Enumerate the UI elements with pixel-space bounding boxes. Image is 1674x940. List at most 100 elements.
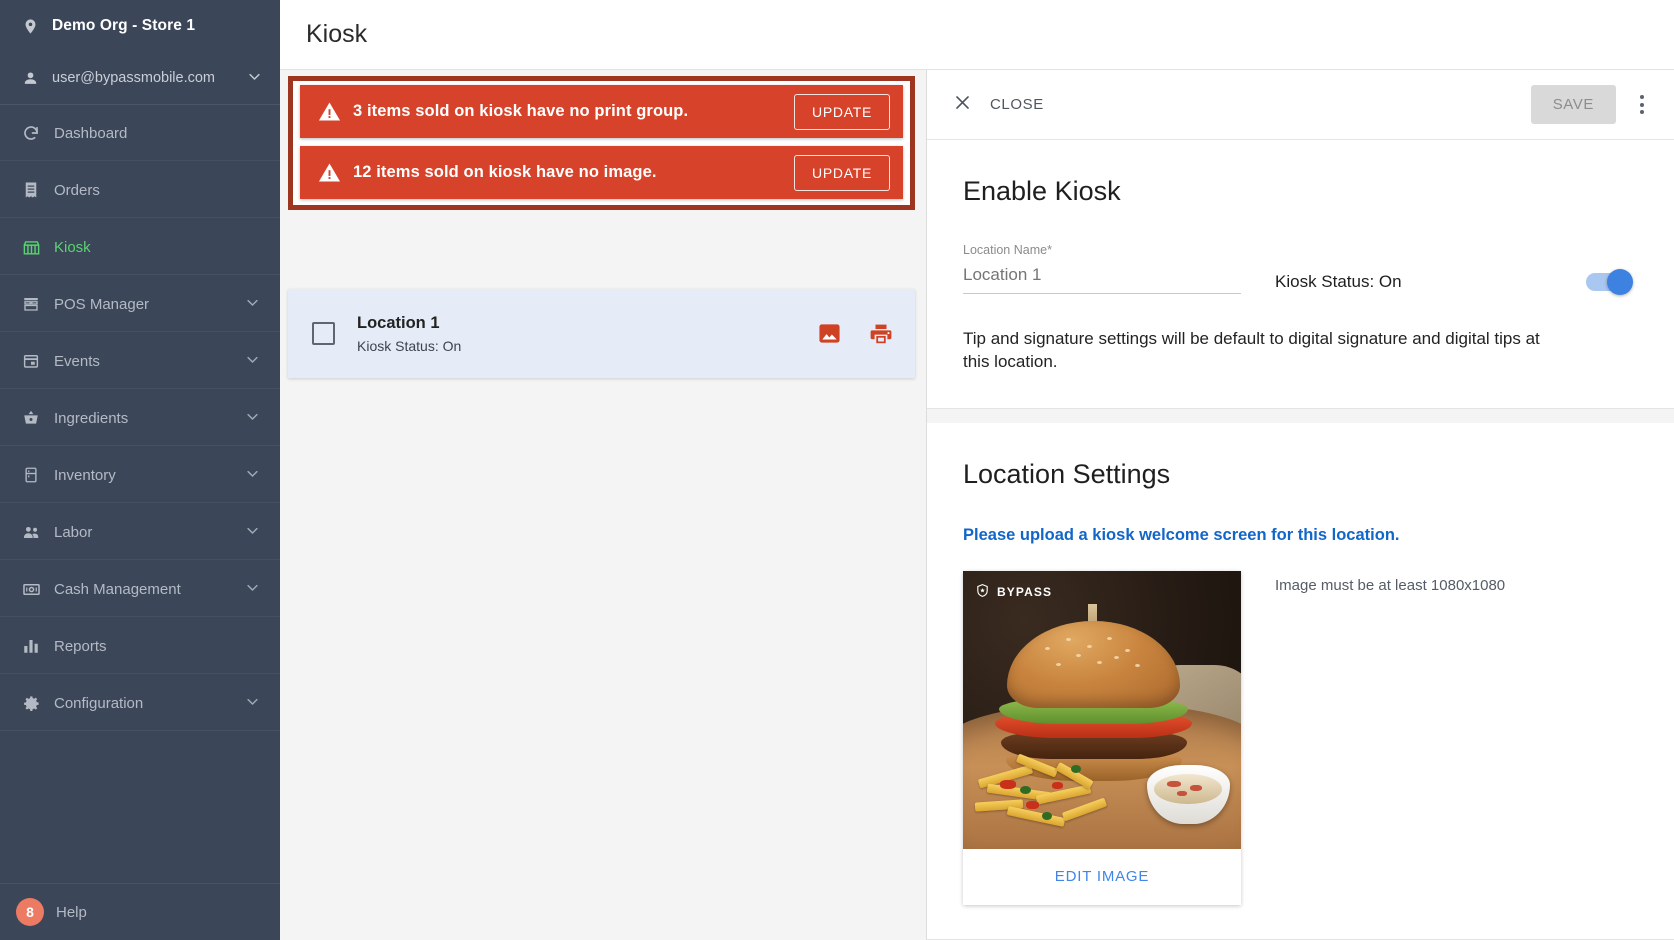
printer-icon[interactable]: [869, 322, 893, 346]
divider: [0, 730, 280, 731]
location-settings-panel: Location Settings Please upload a kiosk …: [927, 422, 1674, 940]
bypass-watermark: BYPASS: [975, 583, 1052, 601]
divider: [0, 274, 280, 275]
kiosk-list-column: 3 items sold on kiosk have no print grou…: [280, 70, 926, 940]
user-menu[interactable]: user@bypassmobile.com: [0, 52, 280, 105]
bun-top: [1007, 620, 1180, 709]
table-row[interactable]: Location 1 Kiosk Status: On: [288, 289, 915, 378]
chevron-down-icon: [245, 523, 260, 542]
sidebar-item-inventory[interactable]: Inventory: [0, 447, 280, 504]
chevron-down-icon: [245, 694, 260, 713]
gear-icon: [22, 694, 54, 713]
sidebar-item-label: Configuration: [54, 694, 144, 712]
app-root: Demo Org - Store 1 user@bypassmobile.com…: [0, 0, 1674, 940]
divider: [0, 616, 280, 617]
shield-star-icon: [975, 583, 990, 601]
divider: [0, 331, 280, 332]
sidebar-item-label: Reports: [54, 637, 107, 655]
chevron-down-icon: [245, 580, 260, 599]
chevron-down-icon: [245, 352, 260, 371]
close-button[interactable]: CLOSE: [953, 93, 1044, 117]
org-label: Demo Org - Store 1: [52, 17, 196, 34]
sidebar-item-help[interactable]: 8 Help: [0, 883, 280, 940]
user-email: user@bypassmobile.com: [52, 70, 216, 86]
chevron-down-icon: [245, 409, 260, 428]
divider: [0, 217, 280, 218]
kiosk-status-label: Kiosk Status: On: [1275, 272, 1402, 291]
sidebar-item-configuration[interactable]: Configuration: [0, 675, 280, 732]
sidebar-item-kiosk[interactable]: Kiosk: [0, 219, 280, 276]
alert-message: 3 items sold on kiosk have no print grou…: [353, 102, 689, 120]
enable-kiosk-fields: Location Name* Kiosk Status: On: [963, 243, 1638, 295]
orders-receipt-icon: [22, 181, 54, 199]
org-selector[interactable]: Demo Org - Store 1: [0, 0, 280, 52]
sidebar: Demo Org - Store 1 user@bypassmobile.com…: [0, 0, 280, 940]
tip-signature-note: Tip and signature settings will be defau…: [963, 329, 1540, 371]
close-x-icon: [953, 93, 972, 117]
row-checkbox[interactable]: [312, 322, 335, 345]
alert-banner-no-image: 12 items sold on kiosk have no image. UP…: [300, 146, 903, 199]
kebab-menu-icon[interactable]: [1634, 89, 1650, 120]
location-name-field: Location Name*: [963, 243, 1241, 294]
sidebar-item-label: Kiosk: [54, 238, 91, 256]
dashboard-icon: [22, 124, 54, 142]
image-icon[interactable]: [818, 322, 841, 345]
welcome-image-preview: BYPASS: [963, 570, 1241, 849]
alerts-highlight-region: 3 items sold on kiosk have no print grou…: [288, 76, 915, 210]
kiosk-status-toggle[interactable]: [1586, 269, 1633, 295]
sidebar-item-pos-manager[interactable]: POS Manager: [0, 276, 280, 333]
bar-chart-icon: [22, 637, 54, 655]
basket-icon: [22, 409, 54, 427]
sidebar-item-orders[interactable]: Orders: [0, 162, 280, 219]
drawer-header: CLOSE SAVE: [927, 70, 1674, 140]
kiosk-detail-drawer: CLOSE SAVE Enable Kiosk Location Name* L…: [926, 70, 1674, 940]
sidebar-item-label: Inventory: [54, 466, 116, 484]
sidebar-item-label: Orders: [54, 181, 100, 199]
enable-kiosk-panel: Enable Kiosk Location Name* Kiosk Status…: [927, 140, 1674, 409]
location-status: Kiosk Status: On: [357, 337, 462, 354]
sidebar-item-ingredients[interactable]: Ingredients: [0, 390, 280, 447]
sidebar-item-label: Ingredients: [54, 409, 129, 427]
alert-update-button[interactable]: UPDATE: [794, 93, 890, 130]
warning-triangle-icon: [318, 161, 341, 184]
cash-bill-icon: [22, 580, 54, 599]
welcome-image-card: BYPASS EDIT IMAGE: [963, 570, 1241, 905]
location-pin-icon: [22, 18, 52, 35]
alert-update-button[interactable]: UPDATE: [794, 154, 890, 191]
divider: [0, 559, 280, 560]
divider: [0, 502, 280, 503]
chevron-down-icon: [245, 466, 260, 485]
calendar-icon: [22, 352, 54, 370]
location-info: Location 1 Kiosk Status: On: [357, 314, 461, 354]
divider: [0, 445, 280, 446]
divider: [0, 160, 280, 161]
sidebar-item-cash-management[interactable]: Cash Management: [0, 561, 280, 618]
main-area: Kiosk 3 items sold on kiosk have no prin…: [280, 0, 1674, 940]
sidebar-item-dashboard[interactable]: Dashboard: [0, 105, 280, 162]
sidebar-item-label: Dashboard: [54, 124, 128, 142]
kiosk-status-toggle-row: Kiosk Status: On: [1275, 269, 1638, 295]
kiosk-store-icon: [22, 238, 54, 257]
sidebar-item-labor[interactable]: Labor: [0, 504, 280, 561]
panel-separator: [927, 408, 1674, 423]
location-name: Location 1: [357, 313, 440, 332]
sidebar-item-label: POS Manager: [54, 295, 150, 313]
sidebar-item-events[interactable]: Events: [0, 333, 280, 390]
sidebar-item-label: Cash Management: [54, 580, 181, 598]
bypass-watermark-label: BYPASS: [997, 584, 1053, 599]
divider: [0, 388, 280, 389]
sidebar-nav: Dashboard Orders Kiosk POS Manager Event…: [0, 105, 280, 883]
location-name-input[interactable]: [963, 265, 1241, 294]
top-bar: Kiosk: [280, 0, 1674, 70]
save-button[interactable]: SAVE: [1530, 85, 1616, 124]
row-actions: [818, 322, 893, 346]
warning-triangle-icon: [318, 100, 341, 123]
people-icon: [22, 523, 54, 542]
pos-store-icon: [22, 295, 54, 313]
fridge-icon: [22, 466, 54, 484]
edit-image-button[interactable]: EDIT IMAGE: [963, 848, 1241, 905]
alert-message: 12 items sold on kiosk have no image.: [353, 163, 657, 181]
sidebar-item-reports[interactable]: Reports: [0, 618, 280, 675]
sidebar-item-label: Help: [56, 903, 87, 921]
alert-banner-print-group: 3 items sold on kiosk have no print grou…: [300, 85, 903, 138]
